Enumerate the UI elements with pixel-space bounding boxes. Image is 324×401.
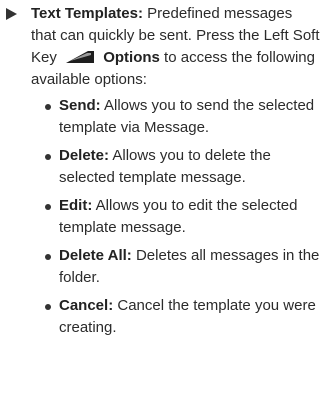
text-templates-item: Text Templates: Predefined messages that… [6, 3, 320, 339]
arrow-bullet-icon [6, 8, 17, 20]
bullet-icon [45, 204, 51, 210]
manual-page: Text Templates: Predefined messages that… [0, 0, 324, 401]
option-send: Send: Allows you to send the selected te… [45, 95, 320, 139]
option-term: Cancel: [59, 297, 114, 314]
bullet-icon [45, 154, 51, 160]
option-term: Delete All: [59, 247, 132, 264]
option-delete-all: Delete All: Deletes all messages in the … [45, 245, 320, 289]
option-text: Allows you to edit the selected template… [59, 197, 298, 236]
option-delete: Delete: Allows you to delete the selecte… [45, 145, 320, 189]
option-term: Send: [59, 97, 101, 114]
left-soft-key-icon [66, 51, 95, 63]
bullet-icon [45, 304, 51, 310]
template-options-list: Send: Allows you to send the selected te… [31, 95, 320, 339]
option-term: Edit: [59, 197, 93, 214]
bullet-icon [45, 104, 51, 110]
option-edit: Edit: Allows you to edit the selected te… [45, 195, 320, 239]
option-term: Delete: [59, 147, 110, 164]
option-cancel: Cancel: Cancel the template you were cre… [45, 295, 320, 339]
options-label: Options [103, 49, 160, 66]
text-templates-term: Text Templates: [31, 5, 143, 22]
bullet-icon [45, 254, 51, 260]
